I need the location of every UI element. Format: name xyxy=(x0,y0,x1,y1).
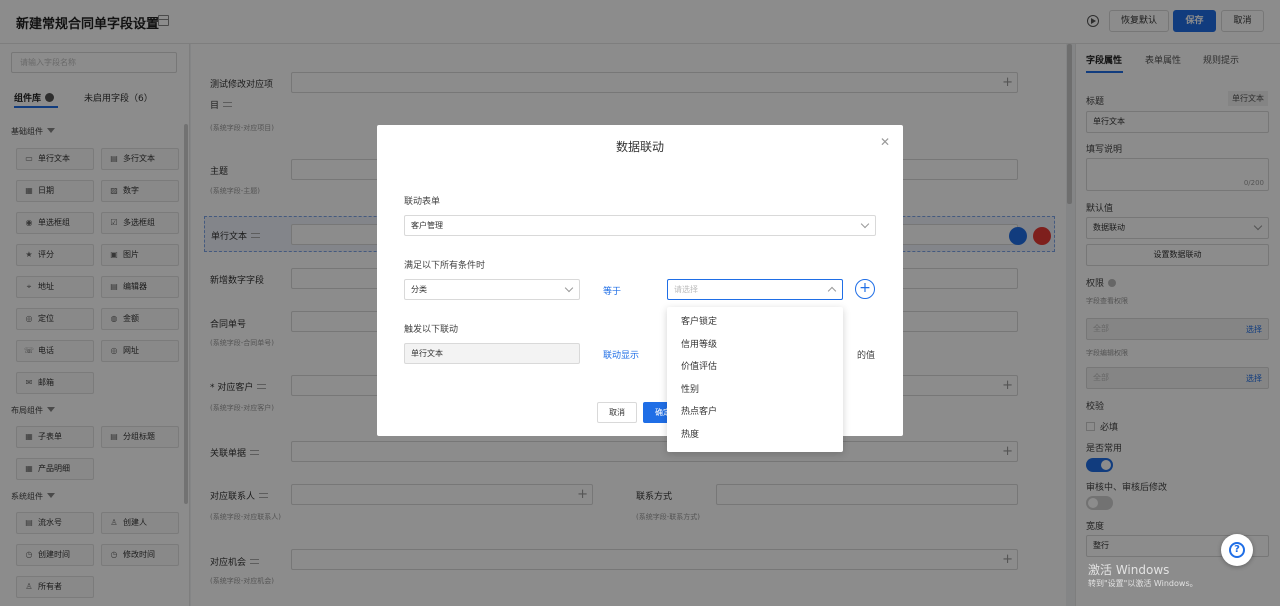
trigger-field: 单行文本 xyxy=(404,343,580,364)
chevron-up-icon xyxy=(827,286,837,296)
condition-operator[interactable]: 等于 xyxy=(603,284,621,297)
dropdown-option[interactable]: 价值评估 xyxy=(667,356,843,379)
condition-value-select[interactable]: 请选择 xyxy=(667,279,843,300)
condition-field-value: 分类 xyxy=(411,285,427,294)
trigger-label: 触发以下联动 xyxy=(404,325,459,335)
dropdown-option[interactable]: 信用等级 xyxy=(667,334,843,357)
condition-value-dropdown: 客户锁定 信用等级 价值评估 性别 热点客户 热度 xyxy=(667,307,843,452)
condition-value-placeholder: 请选择 xyxy=(674,285,698,294)
windows-activation-title: 激活 Windows xyxy=(1088,563,1170,577)
dropdown-option[interactable]: 性别 xyxy=(667,379,843,402)
modal-cancel-button[interactable]: 取消 xyxy=(597,402,637,423)
dropdown-option[interactable]: 热度 xyxy=(667,424,843,447)
link-form-label: 联动表单 xyxy=(404,197,441,207)
chevron-down-icon xyxy=(564,283,574,293)
link-form-select[interactable]: 客户管理 xyxy=(404,215,876,236)
condition-field-select[interactable]: 分类 xyxy=(404,279,580,300)
chevron-down-icon xyxy=(860,219,870,229)
dropdown-option[interactable]: 热点客户 xyxy=(667,401,843,424)
trigger-action[interactable]: 联动显示 xyxy=(603,348,639,361)
link-form-value: 客户管理 xyxy=(411,221,443,230)
close-icon[interactable]: ✕ xyxy=(880,135,890,149)
windows-activation-subtitle: 转到"设置"以激活 Windows。 xyxy=(1088,579,1198,588)
conditions-label: 满足以下所有条件时 xyxy=(404,261,486,271)
add-condition-button[interactable]: + xyxy=(855,279,875,299)
question-icon: ? xyxy=(1229,542,1245,558)
trigger-value-suffix: 的值 xyxy=(857,351,876,361)
modal-title: 数据联动 xyxy=(615,140,664,154)
dropdown-option[interactable]: 客户锁定 xyxy=(667,311,843,334)
help-button[interactable]: ? xyxy=(1221,534,1253,566)
